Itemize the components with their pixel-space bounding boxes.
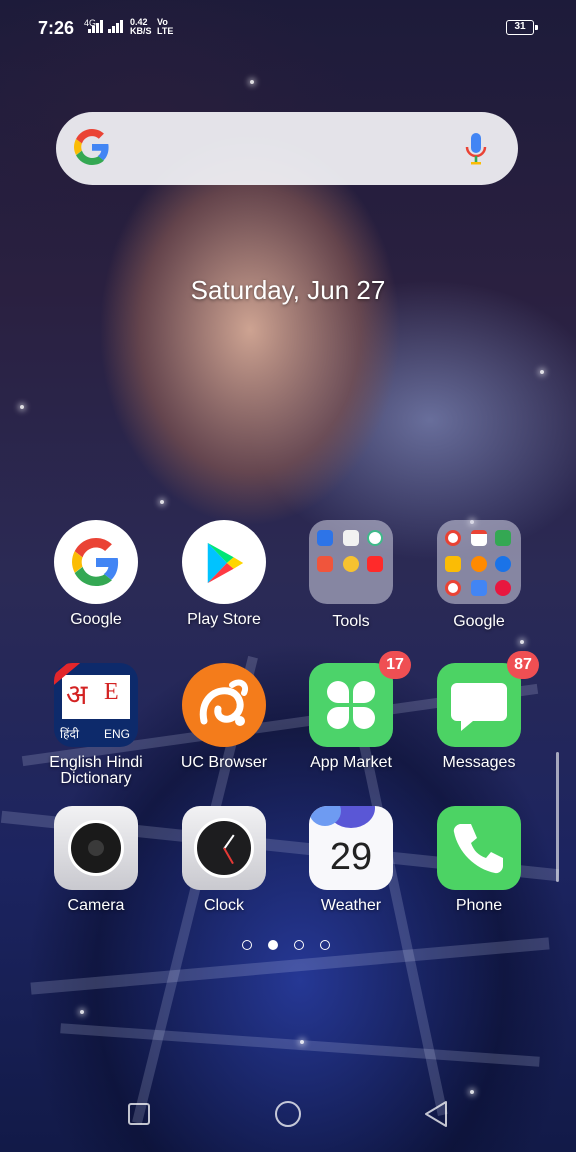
weather-icon: 29 <box>309 806 393 890</box>
app-phone[interactable]: Phone <box>419 806 539 936</box>
duo-mini-icon <box>495 556 511 572</box>
volte-indicator: Vo LTE <box>157 18 173 36</box>
app-label: Phone <box>455 897 503 914</box>
notes-mini-icon <box>317 556 333 572</box>
mic-icon[interactable] <box>463 131 489 167</box>
drive-mini-icon <box>445 556 461 572</box>
battery-tip <box>535 25 538 30</box>
messages-icon <box>437 663 521 747</box>
dictionary-icon-a: अ <box>66 678 88 711</box>
page-dot[interactable] <box>242 940 252 950</box>
phone-icon <box>437 806 521 890</box>
sparkle <box>20 405 24 409</box>
google-search-bar[interactable] <box>56 112 518 185</box>
page-indicator <box>242 939 342 955</box>
app-label: Clock <box>203 897 244 914</box>
page-dot[interactable] <box>294 940 304 950</box>
app-label: Messages <box>442 754 516 771</box>
gmail-mini-icon <box>471 530 487 546</box>
app-market-icon <box>309 663 393 747</box>
dictionary-icon: अ E हिंदी ENG <box>54 663 138 747</box>
photos-mini-icon <box>445 580 461 596</box>
weather-icon-temp: 29 <box>329 836 373 878</box>
network-speed: 0.42 KB/S <box>130 18 152 36</box>
sparkle <box>300 1040 304 1044</box>
notification-badge: 87 <box>507 651 539 679</box>
page-dot[interactable] <box>320 940 330 950</box>
app-label: Google <box>70 611 122 628</box>
uc-browser-icon <box>182 663 266 747</box>
dictionary-icon-hindi: हिंदी <box>60 727 79 741</box>
speed-unit: KB/S <box>130 26 152 36</box>
page-dot-active[interactable] <box>268 940 278 950</box>
home-icon[interactable] <box>264 1090 312 1138</box>
folder-google[interactable]: Google <box>419 520 539 650</box>
app-messages[interactable]: 87 Messages <box>419 651 539 793</box>
battery-icon: 31 <box>506 20 534 35</box>
notification-badge: 17 <box>379 651 411 679</box>
camera-icon <box>54 806 138 890</box>
calendar-mini-icon <box>343 530 359 546</box>
contacts-mini-icon <box>317 530 333 546</box>
dictionary-icon-eng: ENG <box>104 727 131 741</box>
status-bar: 7:26 4G 0.42 KB/S Vo LTE 31 <box>0 0 576 56</box>
google-g-icon[interactable] <box>74 129 110 165</box>
app-label: Camera <box>67 897 125 914</box>
play-store-icon <box>182 520 266 604</box>
folder-icon <box>309 520 393 604</box>
app-label: App Market <box>310 754 392 771</box>
folder-tools[interactable]: Tools <box>291 520 411 650</box>
folder-icon <box>437 520 521 604</box>
navigation-bar <box>0 1090 576 1140</box>
maps-mini-icon <box>495 530 511 546</box>
app-label: Play Store <box>187 611 261 628</box>
sparkle <box>80 1010 84 1014</box>
date-widget[interactable]: Saturday, Jun 27 <box>0 275 576 306</box>
app-label: Google <box>453 613 505 630</box>
app-label: Tools <box>332 613 370 630</box>
app-label: UC Browser <box>180 754 268 771</box>
app-english-hindi-dictionary[interactable]: अ E हिंदी ENG English Hindi Dictionary <box>36 663 156 793</box>
app-play-store[interactable]: Play Store <box>164 520 284 650</box>
scroll-indicator <box>556 752 559 882</box>
google-icon <box>54 520 138 604</box>
recents-icon[interactable] <box>116 1090 164 1138</box>
compass-mini-icon <box>367 530 383 546</box>
play-music-mini-icon <box>471 556 487 572</box>
app-label: English Hindi Dictionary <box>49 754 143 787</box>
clock-icon <box>182 806 266 890</box>
tips-mini-icon <box>343 556 359 572</box>
back-icon[interactable] <box>412 1090 460 1138</box>
sparkle <box>250 80 254 84</box>
youtube-music-mini-icon <box>495 580 511 596</box>
app-google[interactable]: Google <box>36 520 156 650</box>
sparkle <box>160 500 164 504</box>
google-tv-mini-icon <box>471 580 487 596</box>
app-weather[interactable]: 29 Weather <box>291 806 411 936</box>
status-time: 7:26 <box>38 18 75 38</box>
lte-text: LTE <box>157 26 174 36</box>
dictionary-icon-e: E <box>104 679 119 705</box>
sparkle <box>540 370 544 374</box>
app-label: Weather <box>320 897 382 914</box>
youtube-mini-icon <box>367 556 383 572</box>
app-uc-browser[interactable]: UC Browser <box>164 663 284 793</box>
signal-strength-icon <box>108 19 128 33</box>
app-clock[interactable]: Clock <box>164 806 284 936</box>
chrome-mini-icon <box>445 530 461 546</box>
signal-strength-icon <box>88 19 108 33</box>
app-camera[interactable]: Camera <box>36 806 156 936</box>
app-app-market[interactable]: 17 App Market <box>291 651 411 793</box>
wallpaper-stripe <box>60 1023 540 1067</box>
